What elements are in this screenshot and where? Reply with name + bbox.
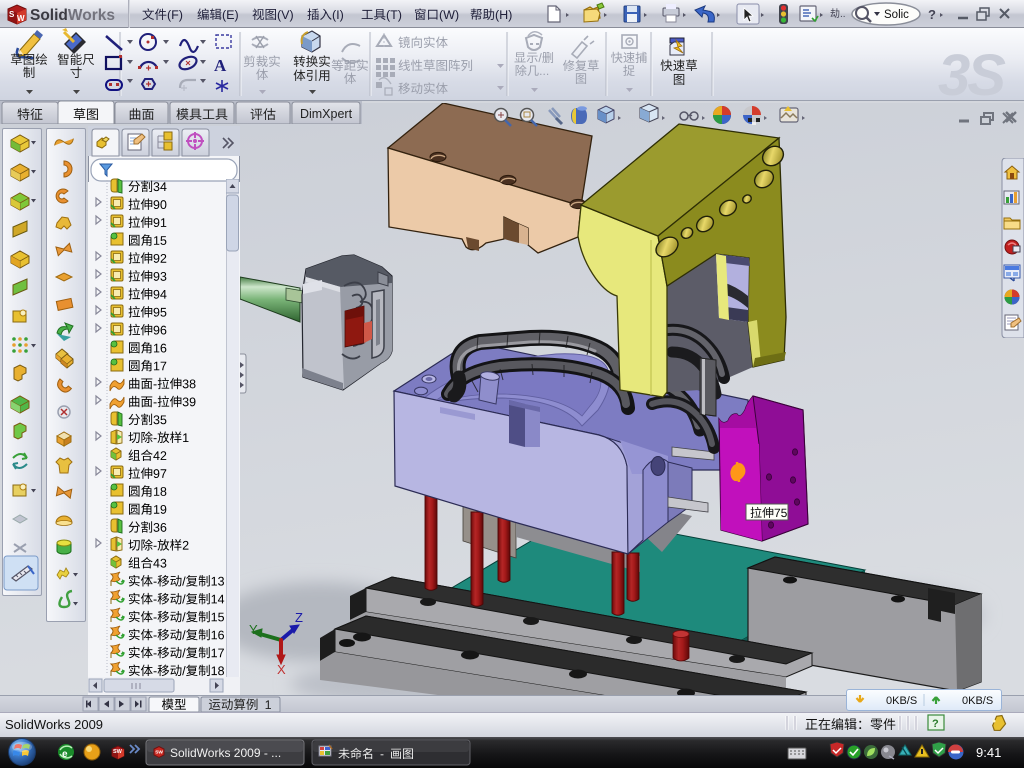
svg-text:?: ?: [932, 718, 939, 730]
svg-text:SW: SW: [155, 750, 163, 756]
svg-text:Solic: Solic: [884, 9, 909, 21]
svg-text:0KB/S: 0KB/S: [962, 695, 993, 707]
svg-text:A: A: [214, 56, 227, 75]
svg-text:0KB/S: 0KB/S: [886, 695, 917, 707]
svg-text:劫..: 劫..: [830, 7, 846, 20]
svg-text:e: e: [62, 749, 68, 760]
svg-text:SolidWorks 2009 - ...: SolidWorks 2009 - ...: [170, 746, 281, 760]
svg-text:?: ?: [928, 7, 936, 22]
svg-text:DimXpert: DimXpert: [300, 107, 353, 121]
svg-text:SW: SW: [113, 749, 123, 755]
svg-text:9:41: 9:41: [976, 745, 1001, 760]
